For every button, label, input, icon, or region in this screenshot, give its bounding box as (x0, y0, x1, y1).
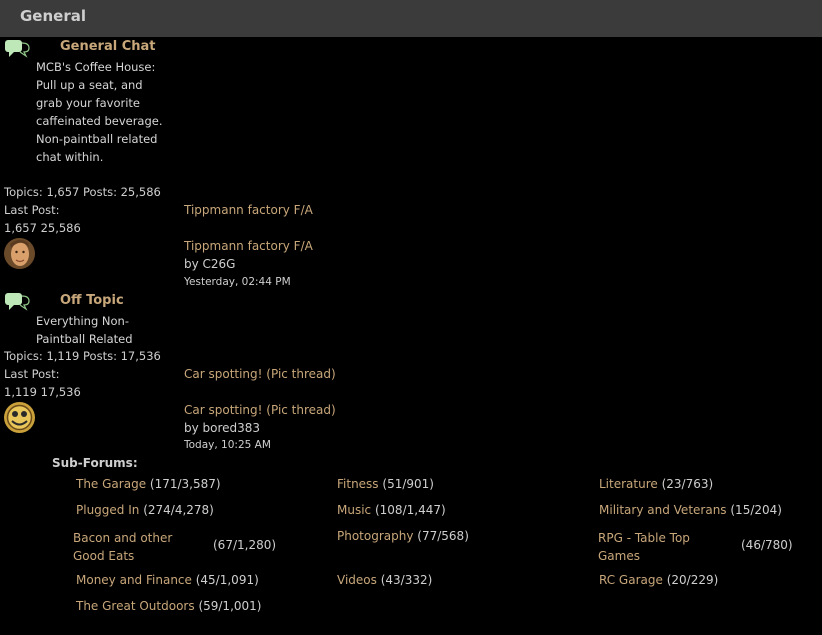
subforum-name[interactable]: Money and Finance (76, 573, 192, 587)
forum-counts: 1,657 25,586 (4, 221, 81, 235)
last-post-label: Last Post: (4, 367, 60, 381)
subforum-count: (108/1,447) (374, 503, 446, 517)
subforum-link[interactable]: Music (108/1,447) (337, 503, 446, 517)
last-post-author[interactable]: by bored383 (184, 421, 260, 435)
forum-title-general-chat[interactable]: General Chat (60, 39, 156, 54)
subforum-name[interactable]: Plugged In (76, 503, 139, 517)
subforum-count: (20/229) (666, 573, 719, 587)
category-header: General (0, 0, 822, 37)
subforum-link[interactable]: Money and Finance (45/1,091) (76, 573, 259, 587)
avatar[interactable] (4, 402, 35, 433)
subforum-link[interactable]: Videos (43/332) (337, 573, 432, 587)
last-post-author[interactable]: by C26G (184, 257, 235, 271)
subforum-count: (171/3,587) (149, 477, 221, 491)
last-post-time: Yesterday, 02:44 PM (184, 276, 291, 288)
category-title[interactable]: General (20, 7, 86, 25)
subforum-link[interactable]: Fitness (51/901) (337, 477, 434, 491)
subforum-count: (15/204) (730, 503, 782, 517)
last-post-title[interactable]: Car spotting! (Pic thread) (184, 403, 336, 417)
subforum-link[interactable]: Military and Veterans (15/204) (599, 503, 782, 517)
subforum-name[interactable]: Bacon and other Good Eats (73, 529, 193, 565)
subforum-count: (46/780) (741, 538, 793, 552)
subforum-name[interactable]: The Garage (76, 477, 146, 491)
subforum-name[interactable]: Fitness (337, 477, 379, 491)
avatar[interactable] (4, 238, 35, 269)
subforum-count: (67/1,280) (213, 538, 277, 552)
forum-counts: 1,119 17,536 (4, 385, 81, 399)
subforum-name[interactable]: Music (337, 503, 371, 517)
speech-bubble-icon (4, 292, 30, 315)
last-post-link[interactable]: Car spotting! (Pic thread) (184, 367, 336, 381)
subforum-link[interactable]: The Garage (171/3,587) (76, 477, 221, 491)
subforum-count: (45/1,091) (195, 573, 259, 587)
subforum-link[interactable]: Literature (23/763) (599, 477, 713, 491)
subforum-name[interactable]: RPG - Table Top Games (598, 529, 713, 565)
subforum-count: (59/1,001) (198, 599, 262, 613)
subforum-count: (77/568) (417, 529, 469, 543)
subforum-link[interactable]: Photography (77/568) (337, 529, 469, 543)
subforums-label: Sub-Forums: (52, 456, 138, 470)
subforum-count: (67/1,280) (213, 538, 276, 552)
subforum-count: (23/763) (661, 477, 714, 491)
last-post-link[interactable]: Tippmann factory F/A (184, 203, 313, 217)
subforum-link[interactable]: RPG - Table Top Games (598, 529, 713, 565)
subforum-name[interactable]: Literature (599, 477, 658, 491)
subforum-count: (274/4,278) (143, 503, 214, 517)
forum-description: Everything Non-Paintball Related (36, 314, 133, 346)
forum-stats: Topics: 1,657 Posts: 25,586 (4, 185, 161, 199)
last-post-label: Last Post: (4, 203, 60, 217)
speech-bubble-icon (4, 39, 30, 62)
subforum-link[interactable]: Bacon and other Good Eats (73, 529, 193, 565)
subforum-name[interactable]: The Great Outdoors (76, 599, 195, 613)
forum-description: MCB's Coffee House: Pull up a seat, and … (36, 60, 163, 164)
last-post-time: Today, 10:25 AM (184, 439, 271, 451)
subforum-link[interactable]: RC Garage (20/229) (599, 573, 718, 587)
last-post-title[interactable]: Tippmann factory F/A (184, 239, 313, 253)
subforum-link[interactable]: The Great Outdoors (59/1,001) (76, 599, 261, 613)
forum-stats: Topics: 1,119 Posts: 17,536 (4, 349, 161, 363)
subforum-name[interactable]: Videos (337, 573, 377, 587)
subforum-count: (51/901) (382, 477, 434, 491)
subforum-name[interactable]: Military and Veterans (599, 503, 727, 517)
subforum-name[interactable]: RC Garage (599, 573, 663, 587)
subforum-link[interactable]: Plugged In (274/4,278) (76, 503, 214, 517)
subforum-count: (43/332) (380, 573, 433, 587)
subforum-name[interactable]: Photography (337, 529, 413, 543)
subforum-count: (46/780) (741, 538, 793, 552)
forum-title-off-topic[interactable]: Off Topic (60, 293, 124, 308)
